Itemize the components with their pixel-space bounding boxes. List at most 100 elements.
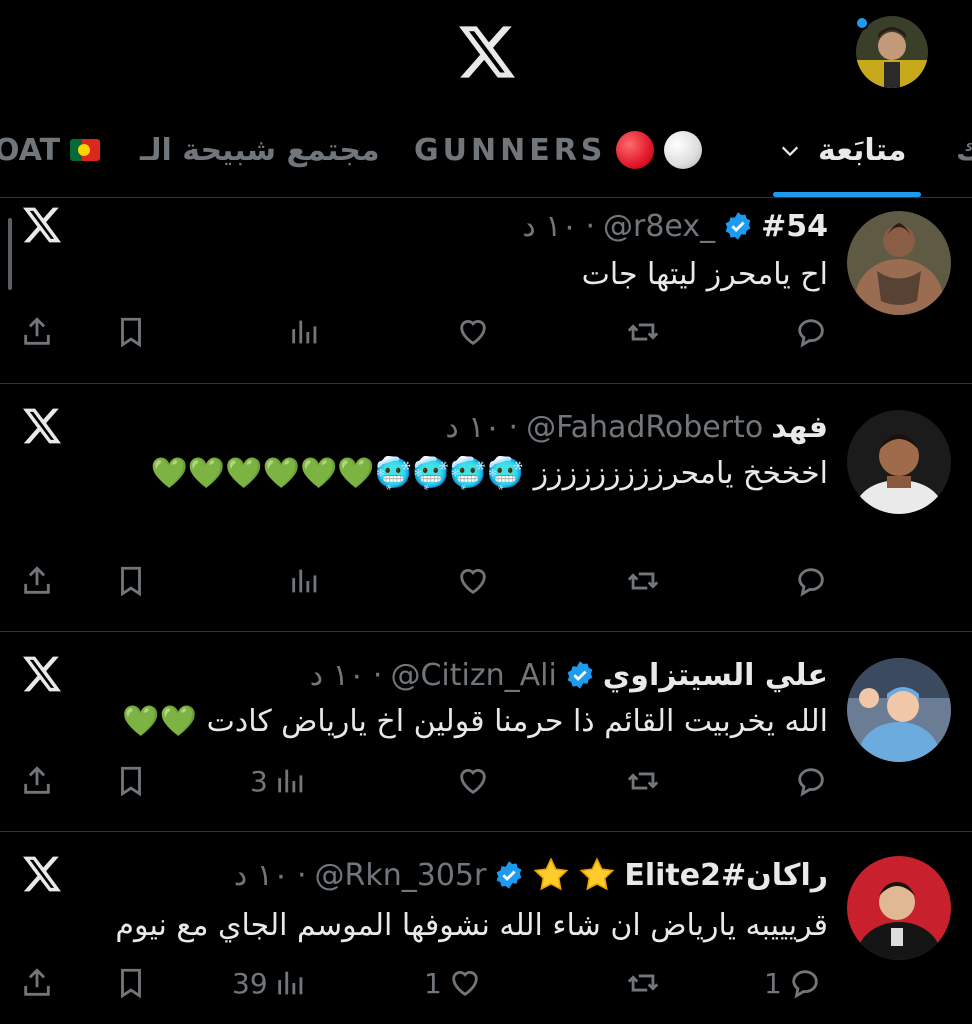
red-circle-icon [616,131,655,169]
heart-icon [460,569,486,595]
timestamp[interactable]: ١٠ د [522,209,577,244]
retweet-button[interactable] [620,556,660,606]
notification-dot [855,16,869,30]
bookmark-icon [121,766,141,797]
display-name[interactable]: راكان#Elite2 [624,858,828,893]
share-button[interactable] [20,307,54,357]
tweet-header: راكان#Elite2 @Rkn_305r · ١٠ د [234,856,828,894]
x-logo[interactable] [459,26,515,78]
bookmark-button[interactable] [114,307,148,357]
tweet-emoji: 🥶🥶🥶🥶💚💚💚💚💚💚 [150,456,525,491]
tweet-item[interactable]: علي السيتزاوي @Citizn_Ali · ١٠ د الله يخ… [0,632,972,832]
tweet-actions [0,556,972,606]
tab-goat-label: OAT [0,132,61,168]
tweet-item[interactable]: فهد @FahadRoberto · ١٠ د اخخخخ يامحرزززز… [0,384,972,632]
like-button[interactable] [450,756,490,806]
bookmark-button[interactable] [114,556,148,606]
retweet-icon [627,572,659,590]
timeline-tabs: ك متابَعة GUNNERS مجتمع شبيحة الـ OAT [0,110,972,198]
avatar[interactable] [847,211,951,315]
star-emoji-icon [533,857,569,891]
share-icon [24,317,50,345]
tab-community[interactable]: مجتمع شبيحة الـ [140,130,380,170]
share-button[interactable] [20,756,54,806]
tweet-text-words: اخخخخ يامحرززززززززز [533,456,828,491]
tweet-text: قريييبه يارياض ان شاء الله نشوفها الموسم… [115,908,828,943]
tweet-header: فهد @FahadRoberto · ١٠ د [445,408,828,446]
timestamp[interactable]: ١٠ د [310,658,365,693]
tab-following[interactable]: متابَعة [818,130,906,170]
share-icon [24,968,50,996]
views-button[interactable] [282,556,322,606]
like-button[interactable] [450,307,490,357]
reply-button[interactable] [788,307,828,357]
share-button[interactable] [20,958,54,1008]
dot-separator: · [508,409,519,445]
verified-badge-icon [496,861,522,889]
x-post-icon [23,656,61,692]
handle[interactable]: @Citizn_Ali [390,658,556,693]
bookmark-button[interactable] [114,756,148,806]
display-name[interactable]: علي السيتزاوي [603,658,828,693]
avatar[interactable] [847,410,951,514]
like-button[interactable]: 1 [424,958,482,1008]
tab-goat[interactable]: OAT [0,130,101,170]
tweet-emoji: 💚💚 [122,704,198,739]
portugal-flag-icon [70,139,101,161]
reply-button[interactable]: 1 [764,958,822,1008]
dot-separator: · [296,857,307,893]
views-button[interactable]: 39 [232,958,308,1008]
bookmark-button[interactable] [114,958,148,1008]
analytics-icon [278,769,303,793]
display-name[interactable]: فهد [771,410,828,445]
tweet-text: اح يامحرز ليتها جات [581,257,828,292]
heart-icon [452,971,478,997]
tab-overflow[interactable]: ك [956,130,972,170]
tweet-actions: 3 [0,756,972,806]
handle[interactable]: @FahadRoberto [526,410,763,445]
tab-gunners-label: GUNNERS [414,132,607,168]
analytics-icon [292,569,317,593]
analytics-icon [292,320,317,344]
analytics-icon [277,971,302,995]
dot-separator: · [372,657,383,693]
chevron-down-icon[interactable] [779,140,801,162]
tab-overflow-label: ك [956,133,972,168]
tweet-item[interactable]: #54 @r8ex_ · ١٠ د اح يامحرز ليتها جات [0,199,972,384]
handle[interactable]: @r8ex_ [603,209,715,244]
avatar[interactable] [847,658,951,762]
tweet-actions [0,307,972,357]
dot-separator: · [585,208,595,244]
retweet-button[interactable] [620,958,660,1008]
reply-icon [798,768,824,797]
reply-button[interactable] [788,756,828,806]
views-button[interactable] [282,307,322,357]
views-count: 39 [232,966,268,1000]
like-button[interactable] [450,556,490,606]
bookmark-icon [121,566,141,597]
retweet-button[interactable] [620,307,660,357]
x-post-icon [23,856,61,892]
tab-following-label: متابَعة [818,132,907,168]
display-name[interactable]: #54 [761,209,828,244]
tweet-header: #54 @r8ex_ · ١٠ د [522,207,828,245]
tab-gunners[interactable]: GUNNERS [414,130,703,170]
bookmark-icon [121,317,141,348]
retweet-button[interactable] [620,756,660,806]
reply-icon [798,568,824,597]
share-button[interactable] [20,556,54,606]
timestamp[interactable]: ١٠ د [445,410,500,445]
handle[interactable]: @Rkn_305r [315,858,487,893]
avatar[interactable] [847,856,951,960]
heart-icon [460,320,486,346]
reply-icon [792,970,818,999]
x-post-icon [23,207,61,243]
reply-button[interactable] [788,556,828,606]
views-button[interactable]: 3 [250,756,308,806]
timestamp[interactable]: ١٠ د [234,858,289,893]
bookmark-icon [121,968,141,999]
retweet-icon [627,323,659,341]
tweet-item[interactable]: راكان#Elite2 @Rkn_305r · ١٠ د قريييبه يا… [0,832,972,1024]
retweet-icon [627,772,659,790]
tweet-text: الله يخربيت القائم ذا حرمنا قولين اخ يار… [58,696,828,748]
